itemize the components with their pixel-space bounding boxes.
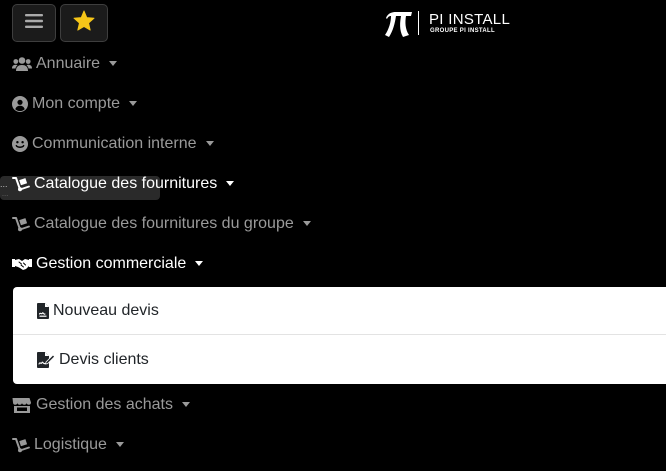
dropdown-item-devis-clients[interactable]: Devis clients: [13, 336, 666, 384]
nav-item-label: Catalogue des fournitures: [34, 175, 218, 192]
chevron-down-icon: [195, 260, 204, 266]
user-circle-icon: [12, 96, 28, 112]
handshake-icon: [12, 256, 32, 272]
logo-name: PI INSTALL: [429, 11, 511, 28]
nav-item-label: Communication interne: [32, 135, 197, 152]
pi-logo-icon: [384, 9, 414, 44]
file-signature-icon: [37, 352, 55, 368]
nav-item-annuaire[interactable]: Annuaire: [12, 52, 118, 76]
logo-subtitle: GROUPE PI INSTALL: [430, 28, 495, 34]
favorites-button[interactable]: [60, 4, 108, 42]
users-icon: [12, 56, 32, 72]
hamburger-icon: [25, 13, 43, 34]
logo-separator: [418, 11, 419, 35]
nav-item-label: Catalogue des fournitures du groupe: [34, 215, 294, 232]
smile-icon: [12, 136, 28, 152]
chevron-down-icon: [205, 140, 214, 146]
chevron-down-icon: [226, 180, 235, 186]
nav-item-catalogue-fournitures-groupe[interactable]: Catalogue des fournitures du groupe: [12, 212, 311, 236]
gestion-commerciale-dropdown: Nouveau devis Devis clients: [13, 287, 666, 384]
dolly-icon: [12, 437, 30, 453]
nav-item-label: Mon compte: [32, 95, 121, 112]
menu-button[interactable]: [12, 4, 56, 42]
nav-item-label: Gestion des achats: [36, 396, 173, 413]
nav-item-communication-interne[interactable]: Communication interne: [12, 132, 214, 156]
nav-item-label: Gestion commerciale: [36, 255, 187, 272]
chevron-down-icon: [129, 100, 138, 106]
nav-item-gestion-achats[interactable]: Gestion des achats: [12, 393, 190, 417]
nav-item-label: Annuaire: [36, 55, 101, 72]
logo[interactable]: PI INSTALL GROUPE PI INSTALL: [384, 9, 534, 41]
nav-item-label: Logistique: [34, 436, 107, 453]
dropdown-item-label: Nouveau devis: [53, 301, 159, 319]
store-icon: [12, 397, 32, 413]
dolly-icon: [12, 216, 30, 232]
tooltip-line-1: ...: [0, 179, 8, 189]
nav-item-gestion-commerciale[interactable]: Gestion commerciale: [12, 252, 204, 276]
chevron-down-icon: [109, 60, 118, 66]
chevron-down-icon: [181, 401, 190, 407]
nav-item-logistique[interactable]: Logistique: [12, 433, 124, 457]
chevron-down-icon: [302, 220, 311, 226]
nav-item-catalogue-fournitures[interactable]: Catalogue des fournitures: [12, 172, 235, 196]
dolly-icon: [12, 176, 30, 192]
dropdown-item-nouveau-devis[interactable]: Nouveau devis: [13, 287, 666, 335]
dropdown-item-label: Devis clients: [59, 351, 149, 368]
tooltip-line-2: ...: [2, 191, 9, 198]
star-icon: [73, 10, 95, 36]
file-invoice-icon: [37, 302, 49, 319]
nav-item-mon-compte[interactable]: Mon compte: [12, 92, 138, 116]
chevron-down-icon: [115, 441, 124, 447]
